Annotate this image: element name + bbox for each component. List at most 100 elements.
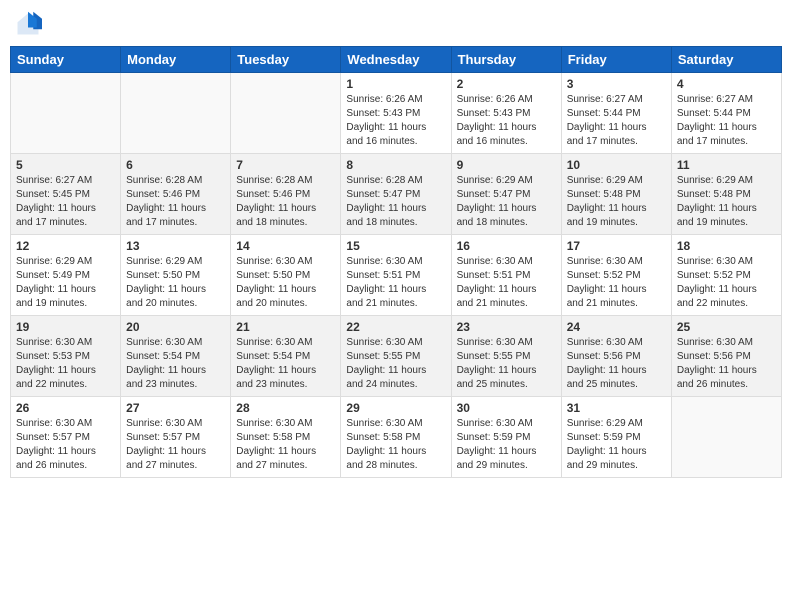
day-number: 23: [457, 320, 556, 334]
weekday-header-thursday: Thursday: [451, 47, 561, 73]
calendar-cell: 15 Sunrise: 6:30 AM Sunset: 5:51 PM Dayli…: [341, 235, 451, 316]
calendar-cell: [121, 73, 231, 154]
day-number: 29: [346, 401, 445, 415]
weekday-header-saturday: Saturday: [671, 47, 781, 73]
day-info: Sunrise: 6:29 AM Sunset: 5:48 PM Dayligh…: [677, 174, 776, 230]
calendar-header: SundayMondayTuesdayWednesdayThursdayFrid…: [11, 47, 782, 73]
calendar-cell: 16 Sunrise: 6:30 AM Sunset: 5:51 PM Dayli…: [451, 235, 561, 316]
day-number: 21: [236, 320, 335, 334]
calendar-cell: 11 Sunrise: 6:29 AM Sunset: 5:48 PM Dayli…: [671, 154, 781, 235]
calendar-cell: 18 Sunrise: 6:30 AM Sunset: 5:52 PM Dayli…: [671, 235, 781, 316]
calendar-cell: 8Sunrise: 6:28 AM Sunset: 5:47 PM Daylig…: [341, 154, 451, 235]
day-number: 19: [16, 320, 115, 334]
page-header: [10, 10, 782, 38]
day-info: Sunrise: 6:30 AM Sunset: 5:51 PM Dayligh…: [346, 255, 445, 311]
weekday-header-friday: Friday: [561, 47, 671, 73]
day-info: Sunrise: 6:29 AM Sunset: 5:59 PM Dayligh…: [567, 417, 666, 473]
day-info: Sunrise: 6:30 AM Sunset: 5:53 PM Dayligh…: [16, 336, 115, 392]
day-info: Sunrise: 6:30 AM Sunset: 5:52 PM Dayligh…: [567, 255, 666, 311]
calendar-cell: [671, 397, 781, 478]
calendar-cell: 29 Sunrise: 6:30 AM Sunset: 5:58 PM Dayli…: [341, 397, 451, 478]
day-number: 1: [346, 77, 445, 91]
calendar-cell: 13 Sunrise: 6:29 AM Sunset: 5:50 PM Dayli…: [121, 235, 231, 316]
calendar-cell: 22 Sunrise: 6:30 AM Sunset: 5:55 PM Dayli…: [341, 316, 451, 397]
day-number: 30: [457, 401, 556, 415]
day-info: Sunrise: 6:26 AM Sunset: 5:43 PM Dayligh…: [457, 93, 556, 149]
day-number: 2: [457, 77, 556, 91]
day-number: 31: [567, 401, 666, 415]
calendar-week-1: 1 Sunrise: 6:26 AM Sunset: 5:43 PM Daylig…: [11, 73, 782, 154]
calendar-cell: 27 Sunrise: 6:30 AM Sunset: 5:57 PM Dayli…: [121, 397, 231, 478]
calendar-cell: 26 Sunrise: 6:30 AM Sunset: 5:57 PM Dayli…: [11, 397, 121, 478]
calendar-cell: 31 Sunrise: 6:29 AM Sunset: 5:59 PM Dayli…: [561, 397, 671, 478]
day-info: Sunrise: 6:27 AM Sunset: 5:45 PM Dayligh…: [16, 174, 115, 230]
day-info: Sunrise: 6:30 AM Sunset: 5:55 PM Dayligh…: [346, 336, 445, 392]
day-number: 9: [457, 158, 556, 172]
weekday-header-monday: Monday: [121, 47, 231, 73]
calendar-cell: 1Sunrise: 6:26 AM Sunset: 5:43 PM Daylig…: [341, 73, 451, 154]
calendar-cell: 3Sunrise: 6:27 AM Sunset: 5:44 PM Daylig…: [561, 73, 671, 154]
calendar-week-3: 12 Sunrise: 6:29 AM Sunset: 5:49 PM Dayli…: [11, 235, 782, 316]
day-number: 7: [236, 158, 335, 172]
day-number: 3: [567, 77, 666, 91]
day-info: Sunrise: 6:30 AM Sunset: 5:52 PM Dayligh…: [677, 255, 776, 311]
calendar-cell: 25 Sunrise: 6:30 AM Sunset: 5:56 PM Dayli…: [671, 316, 781, 397]
day-number: 27: [126, 401, 225, 415]
day-number: 17: [567, 239, 666, 253]
day-info: Sunrise: 6:29 AM Sunset: 5:47 PM Dayligh…: [457, 174, 556, 230]
weekday-header-wednesday: Wednesday: [341, 47, 451, 73]
calendar-cell: 12 Sunrise: 6:29 AM Sunset: 5:49 PM Dayli…: [11, 235, 121, 316]
day-info: Sunrise: 6:30 AM Sunset: 5:50 PM Dayligh…: [236, 255, 335, 311]
day-info: Sunrise: 6:28 AM Sunset: 5:47 PM Dayligh…: [346, 174, 445, 230]
calendar-cell: 4Sunrise: 6:27 AM Sunset: 5:44 PM Daylig…: [671, 73, 781, 154]
calendar-cell: 24 Sunrise: 6:30 AM Sunset: 5:56 PM Dayli…: [561, 316, 671, 397]
calendar-cell: 5 Sunrise: 6:27 AM Sunset: 5:45 PM Daylig…: [11, 154, 121, 235]
day-info: Sunrise: 6:30 AM Sunset: 5:55 PM Dayligh…: [457, 336, 556, 392]
calendar-cell: 2 Sunrise: 6:26 AM Sunset: 5:43 PM Daylig…: [451, 73, 561, 154]
day-number: 4: [677, 77, 776, 91]
day-info: Sunrise: 6:29 AM Sunset: 5:50 PM Dayligh…: [126, 255, 225, 311]
calendar-cell: 20 Sunrise: 6:30 AM Sunset: 5:54 PM Dayli…: [121, 316, 231, 397]
calendar-cell: 30Sunrise: 6:30 AM Sunset: 5:59 PM Dayli…: [451, 397, 561, 478]
weekday-header-tuesday: Tuesday: [231, 47, 341, 73]
day-info: Sunrise: 6:30 AM Sunset: 5:54 PM Dayligh…: [126, 336, 225, 392]
day-number: 25: [677, 320, 776, 334]
day-info: Sunrise: 6:30 AM Sunset: 5:51 PM Dayligh…: [457, 255, 556, 311]
calendar-body: 1 Sunrise: 6:26 AM Sunset: 5:43 PM Daylig…: [11, 73, 782, 478]
day-info: Sunrise: 6:30 AM Sunset: 5:57 PM Dayligh…: [16, 417, 115, 473]
day-number: 11: [677, 158, 776, 172]
calendar-cell: 23 Sunrise: 6:30 AM Sunset: 5:55 PM Dayli…: [451, 316, 561, 397]
calendar-cell: 19 Sunrise: 6:30 AM Sunset: 5:53 PM Dayli…: [11, 316, 121, 397]
day-info: Sunrise: 6:30 AM Sunset: 5:56 PM Dayligh…: [567, 336, 666, 392]
day-info: Sunrise: 6:30 AM Sunset: 5:58 PM Dayligh…: [236, 417, 335, 473]
day-number: 24: [567, 320, 666, 334]
day-info: Sunrise: 6:30 AM Sunset: 5:56 PM Dayligh…: [677, 336, 776, 392]
day-number: 18: [677, 239, 776, 253]
day-info: Sunrise: 6:28 AM Sunset: 5:46 PM Dayligh…: [126, 174, 225, 230]
day-info: Sunrise: 6:30 AM Sunset: 5:57 PM Dayligh…: [126, 417, 225, 473]
day-number: 10: [567, 158, 666, 172]
calendar-week-2: 5 Sunrise: 6:27 AM Sunset: 5:45 PM Daylig…: [11, 154, 782, 235]
day-number: 20: [126, 320, 225, 334]
calendar-cell: 14Sunrise: 6:30 AM Sunset: 5:50 PM Dayli…: [231, 235, 341, 316]
logo-icon: [14, 10, 42, 38]
day-number: 28: [236, 401, 335, 415]
day-number: 15: [346, 239, 445, 253]
calendar-table: SundayMondayTuesdayWednesdayThursdayFrid…: [10, 46, 782, 478]
weekday-header-row: SundayMondayTuesdayWednesdayThursdayFrid…: [11, 47, 782, 73]
day-number: 6: [126, 158, 225, 172]
day-info: Sunrise: 6:29 AM Sunset: 5:48 PM Dayligh…: [567, 174, 666, 230]
day-number: 13: [126, 239, 225, 253]
calendar-cell: 7Sunrise: 6:28 AM Sunset: 5:46 PM Daylig…: [231, 154, 341, 235]
calendar-cell: 10 Sunrise: 6:29 AM Sunset: 5:48 PM Dayli…: [561, 154, 671, 235]
weekday-header-sunday: Sunday: [11, 47, 121, 73]
calendar-week-5: 26 Sunrise: 6:30 AM Sunset: 5:57 PM Dayli…: [11, 397, 782, 478]
day-number: 5: [16, 158, 115, 172]
day-number: 26: [16, 401, 115, 415]
logo: [14, 10, 46, 38]
day-number: 22: [346, 320, 445, 334]
day-number: 12: [16, 239, 115, 253]
day-info: Sunrise: 6:30 AM Sunset: 5:58 PM Dayligh…: [346, 417, 445, 473]
day-info: Sunrise: 6:29 AM Sunset: 5:49 PM Dayligh…: [16, 255, 115, 311]
day-number: 16: [457, 239, 556, 253]
